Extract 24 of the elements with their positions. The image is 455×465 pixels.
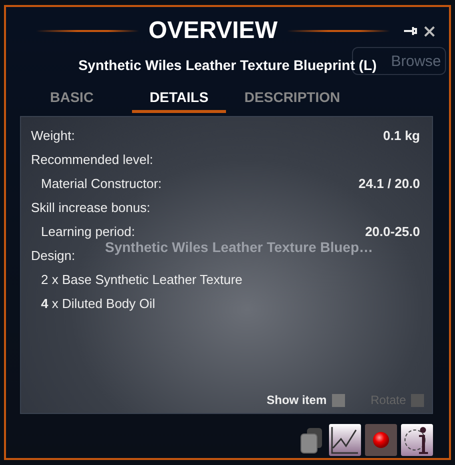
- item-name: Synthetic Wiles Leather Texture Blueprint (L): [78, 57, 377, 73]
- detail-label: Skill increase bonus:: [31, 200, 150, 214]
- background-item-title: Synthetic Wiles Leather Texture Bluep…: [105, 239, 374, 255]
- info-button[interactable]: [401, 424, 433, 456]
- chart-button[interactable]: [329, 424, 361, 456]
- tab[interactable]: DETAILS: [132, 85, 226, 113]
- detail-label: 4 x Diluted Body Oil: [40, 296, 156, 310]
- option-label: Show item: [266, 393, 327, 407]
- detail-label: Design:: [31, 248, 76, 262]
- pin-icon[interactable]: [404, 26, 418, 36]
- detail-value: 0.1 kg: [383, 128, 420, 142]
- close-icon[interactable]: [424, 26, 436, 36]
- detail-label: Recommended level:: [31, 152, 154, 166]
- tab[interactable]: BASIC: [36, 85, 108, 113]
- detail-value: 24.1 / 20.0: [358, 176, 420, 190]
- detail-label: Learning period:: [40, 224, 135, 238]
- checkbox[interactable]: [332, 394, 345, 406]
- detail-label: 2 x Base Synthetic Leather Texture: [40, 272, 242, 286]
- detail-value: 20.0-25.0: [365, 224, 420, 238]
- detail-label: Weight:: [31, 128, 75, 142]
- tab[interactable]: DESCRIPTION: [230, 85, 354, 113]
- detail-label: Material Constructor:: [40, 176, 162, 190]
- copy-icon[interactable]: [299, 425, 325, 455]
- window-title: OVERVIEW: [148, 17, 278, 45]
